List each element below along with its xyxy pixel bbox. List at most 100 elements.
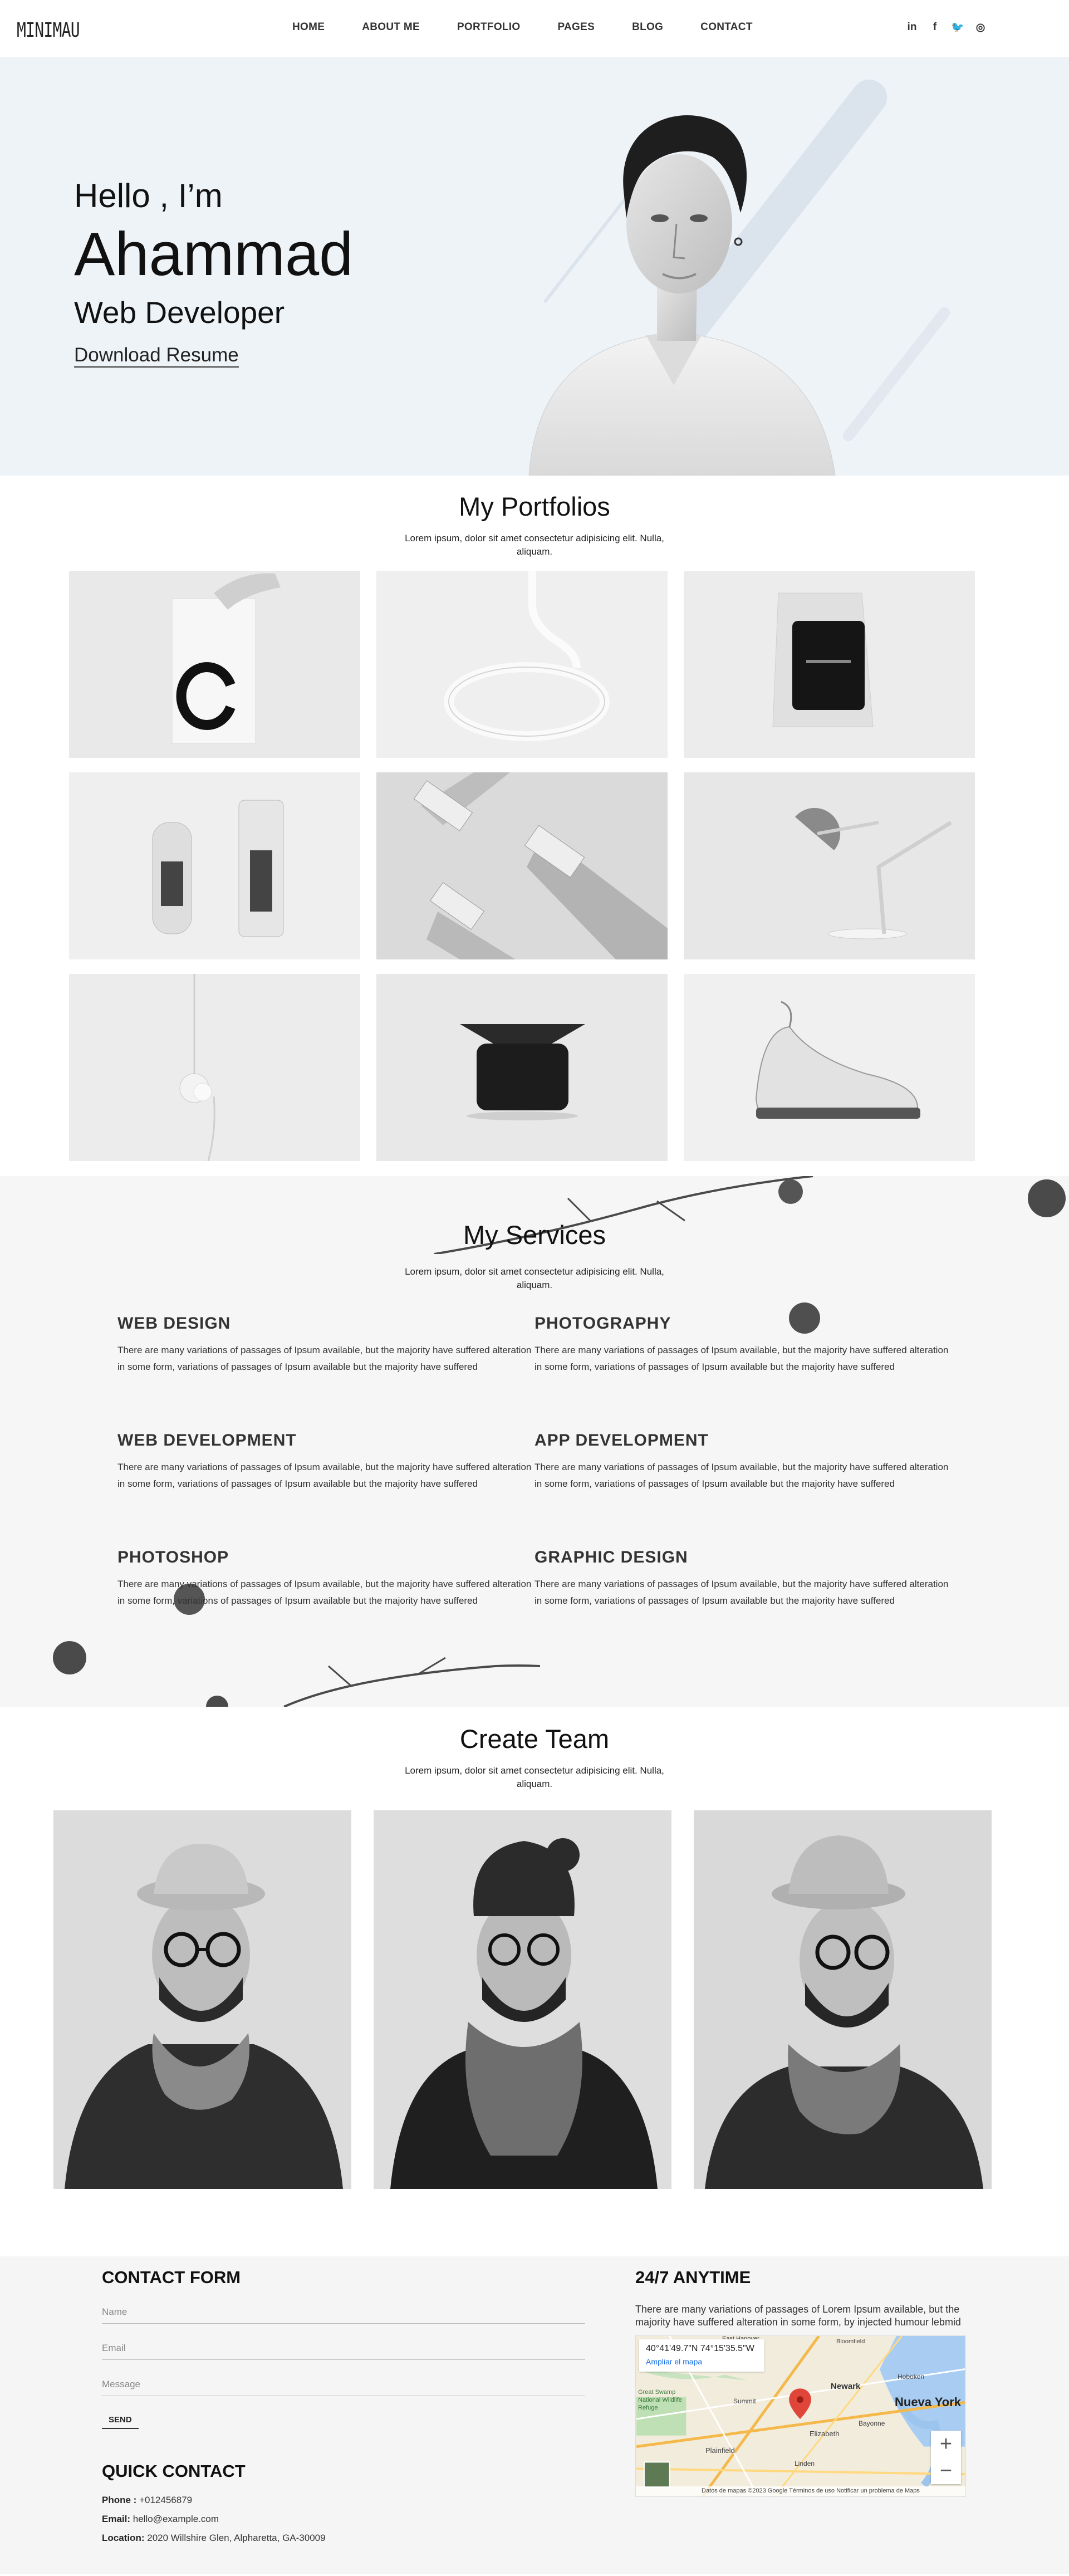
services-subtitle: Lorem ipsum, dolor sit amet consectetur … [405, 1266, 664, 1290]
map-label: Bloomfield [836, 2338, 865, 2345]
map-label: Great Swamp National Wildlife Refuge [638, 2389, 682, 2411]
service-title: WEB DEVELOPMENT [117, 1431, 297, 1449]
twitter-icon[interactable]: 🐦 [951, 21, 964, 33]
map-label: Nueva York [895, 2395, 962, 2409]
team-member-photo[interactable] [694, 1810, 992, 2189]
map-label: Hoboken [898, 2373, 925, 2381]
embedded-map[interactable]: Newark Nueva York Hoboken Elizabeth Bayo… [635, 2335, 966, 2497]
branch-decor [206, 1657, 540, 1707]
team-subtitle: Lorem ipsum, dolor sit amet consectetur … [405, 1765, 664, 1789]
email-field[interactable]: Email [102, 2338, 585, 2360]
leaf-decor [53, 1641, 86, 1674]
send-button[interactable]: SEND [102, 2413, 139, 2429]
nav-blog[interactable]: BLOG [632, 21, 663, 33]
map-label: Elizabeth [810, 2430, 840, 2438]
quick-contact: QUICK CONTACT Phone : +012456879 Email: … [102, 2461, 585, 2544]
portfolio-item[interactable] [684, 571, 975, 758]
map-label: Bayonne [859, 2420, 885, 2427]
service-title: PHOTOSHOP [117, 1548, 229, 1566]
hero-portrait [528, 115, 836, 476]
nav-pages[interactable]: PAGES [557, 21, 595, 33]
map-label: Plainfield [705, 2446, 735, 2455]
nav-contact[interactable]: CONTACT [700, 21, 753, 33]
service-title: WEB DESIGN [117, 1314, 231, 1333]
social-links: in f 🐦 ◎ [906, 21, 998, 33]
message-field[interactable]: Message [102, 2374, 585, 2396]
site-logo[interactable]: MINIMAU [17, 19, 80, 42]
services-section: My Services Lorem ipsum, dolor sit amet … [0, 1176, 1069, 1707]
service-item: APP DEVELOPMENT There are many variation… [534, 1431, 952, 1492]
portfolio-item[interactable] [376, 772, 668, 959]
service-item: GRAPHIC DESIGN There are many variations… [534, 1548, 952, 1609]
portfolio-item[interactable] [376, 974, 668, 1161]
team-member-photo[interactable] [53, 1810, 351, 2189]
portfolio-item[interactable] [69, 571, 360, 758]
zoom-out-icon[interactable]: − [931, 2457, 961, 2484]
contact-section: CONTACT FORM Name Email Message SEND QUI… [0, 2256, 1069, 2574]
name-field[interactable]: Name [102, 2302, 585, 2324]
hero-name: Ahammad [74, 220, 354, 288]
service-title: PHOTOGRAPHY [534, 1314, 671, 1333]
team-title: Create Team [459, 1724, 610, 1754]
service-text: There are many variations of passages of… [534, 1462, 949, 1489]
phone-label: Phone : [102, 2495, 137, 2505]
map-label: Newark [831, 2382, 861, 2391]
service-item: WEB DEVELOPMENT There are many variation… [117, 1431, 534, 1492]
service-item: PHOTOGRAPHY There are many variations of… [534, 1314, 952, 1375]
contact-form: CONTACT FORM Name Email Message SEND QUI… [102, 2268, 585, 2544]
portfolio-item[interactable] [69, 772, 360, 959]
portfolio-item[interactable] [684, 772, 975, 959]
nav-home[interactable]: HOME [292, 21, 325, 33]
service-text: There are many variations of passages of… [534, 1579, 949, 1606]
map-label: Summit [733, 2397, 756, 2405]
facebook-icon[interactable]: f [929, 21, 940, 33]
map-attribution: Datos de mapas ©2023 Google Términos de … [636, 2486, 965, 2496]
download-resume-link[interactable]: Download Resume [74, 344, 239, 368]
nav-portfolio[interactable]: PORTFOLIO [457, 21, 521, 33]
email-label: Email: [102, 2514, 131, 2524]
linkedin-icon[interactable]: in [906, 21, 918, 33]
team-section: Create Team Lorem ipsum, dolor sit amet … [0, 1707, 1069, 2256]
site-header: MINIMAU HOME ABOUT ME PORTFOLIO PAGES BL… [0, 0, 1069, 57]
service-text: There are many variations of passages of… [117, 1345, 532, 1372]
hero-greeting: Hello , I’m [74, 177, 223, 214]
dribbble-icon[interactable]: ◎ [975, 21, 986, 33]
service-text: There are many variations of passages of… [117, 1462, 532, 1489]
portfolio-item[interactable] [69, 974, 360, 1161]
service-item: PHOTOSHOP There are many variations of p… [117, 1548, 534, 1609]
main-nav: HOME ABOUT ME PORTFOLIO PAGES BLOG CONTA… [292, 21, 790, 33]
zoom-in-icon[interactable]: + [931, 2431, 961, 2457]
portfolio-item[interactable] [684, 974, 975, 1161]
service-title: APP DEVELOPMENT [534, 1431, 709, 1449]
service-item: WEB DESIGN There are many variations of … [117, 1314, 534, 1375]
service-title: GRAPHIC DESIGN [534, 1548, 688, 1566]
map-coordinates: 40°41'49.7"N 74°15'35.5"W [646, 2344, 754, 2353]
anytime-text: There are many variations of passages of… [635, 2304, 961, 2328]
location-value: 2020 Willshire Glen, Alpharetta, GA-3000… [147, 2533, 326, 2543]
services-title: My Services [463, 1220, 606, 1250]
anytime-title: 24/7 ANYTIME [635, 2268, 751, 2287]
contact-form-title: CONTACT FORM [102, 2268, 241, 2287]
team-member-photo[interactable] [374, 1810, 671, 2189]
phone-line: Phone : +012456879 [102, 2495, 585, 2506]
map-info-card: 40°41'49.7"N 74°15'35.5"W Ampliar el map… [639, 2339, 764, 2372]
hero-section: Hello , I’m Ahammad Web Developer Downlo… [0, 57, 1069, 476]
location-label: Location: [102, 2533, 145, 2543]
nav-about[interactable]: ABOUT ME [362, 21, 420, 33]
phone-value[interactable]: +012456879 [139, 2495, 192, 2505]
quick-contact-title: QUICK CONTACT [102, 2461, 246, 2481]
hero-role: Web Developer [74, 295, 285, 330]
service-text: There are many variations of passages of… [534, 1345, 949, 1372]
map-label: Linden [795, 2460, 815, 2467]
portfolio-section: My Portfolios Lorem ipsum, dolor sit ame… [0, 476, 1069, 1176]
portfolio-title: My Portfolios [459, 492, 610, 521]
anytime-block: 24/7 ANYTIME There are many variations o… [635, 2268, 969, 2497]
map-zoom-control: + − [931, 2431, 961, 2484]
email-value[interactable]: hello@example.com [133, 2514, 219, 2524]
services-grid: WEB DESIGN There are many variations of … [117, 1314, 952, 1609]
hero-text: Hello , I’m Ahammad Web Developer Downlo… [74, 179, 353, 368]
enlarge-map-link[interactable]: Ampliar el mapa [646, 2357, 754, 2366]
portfolio-grid [69, 571, 975, 1161]
portfolio-item[interactable] [376, 571, 668, 758]
service-text: There are many variations of passages of… [117, 1579, 532, 1606]
